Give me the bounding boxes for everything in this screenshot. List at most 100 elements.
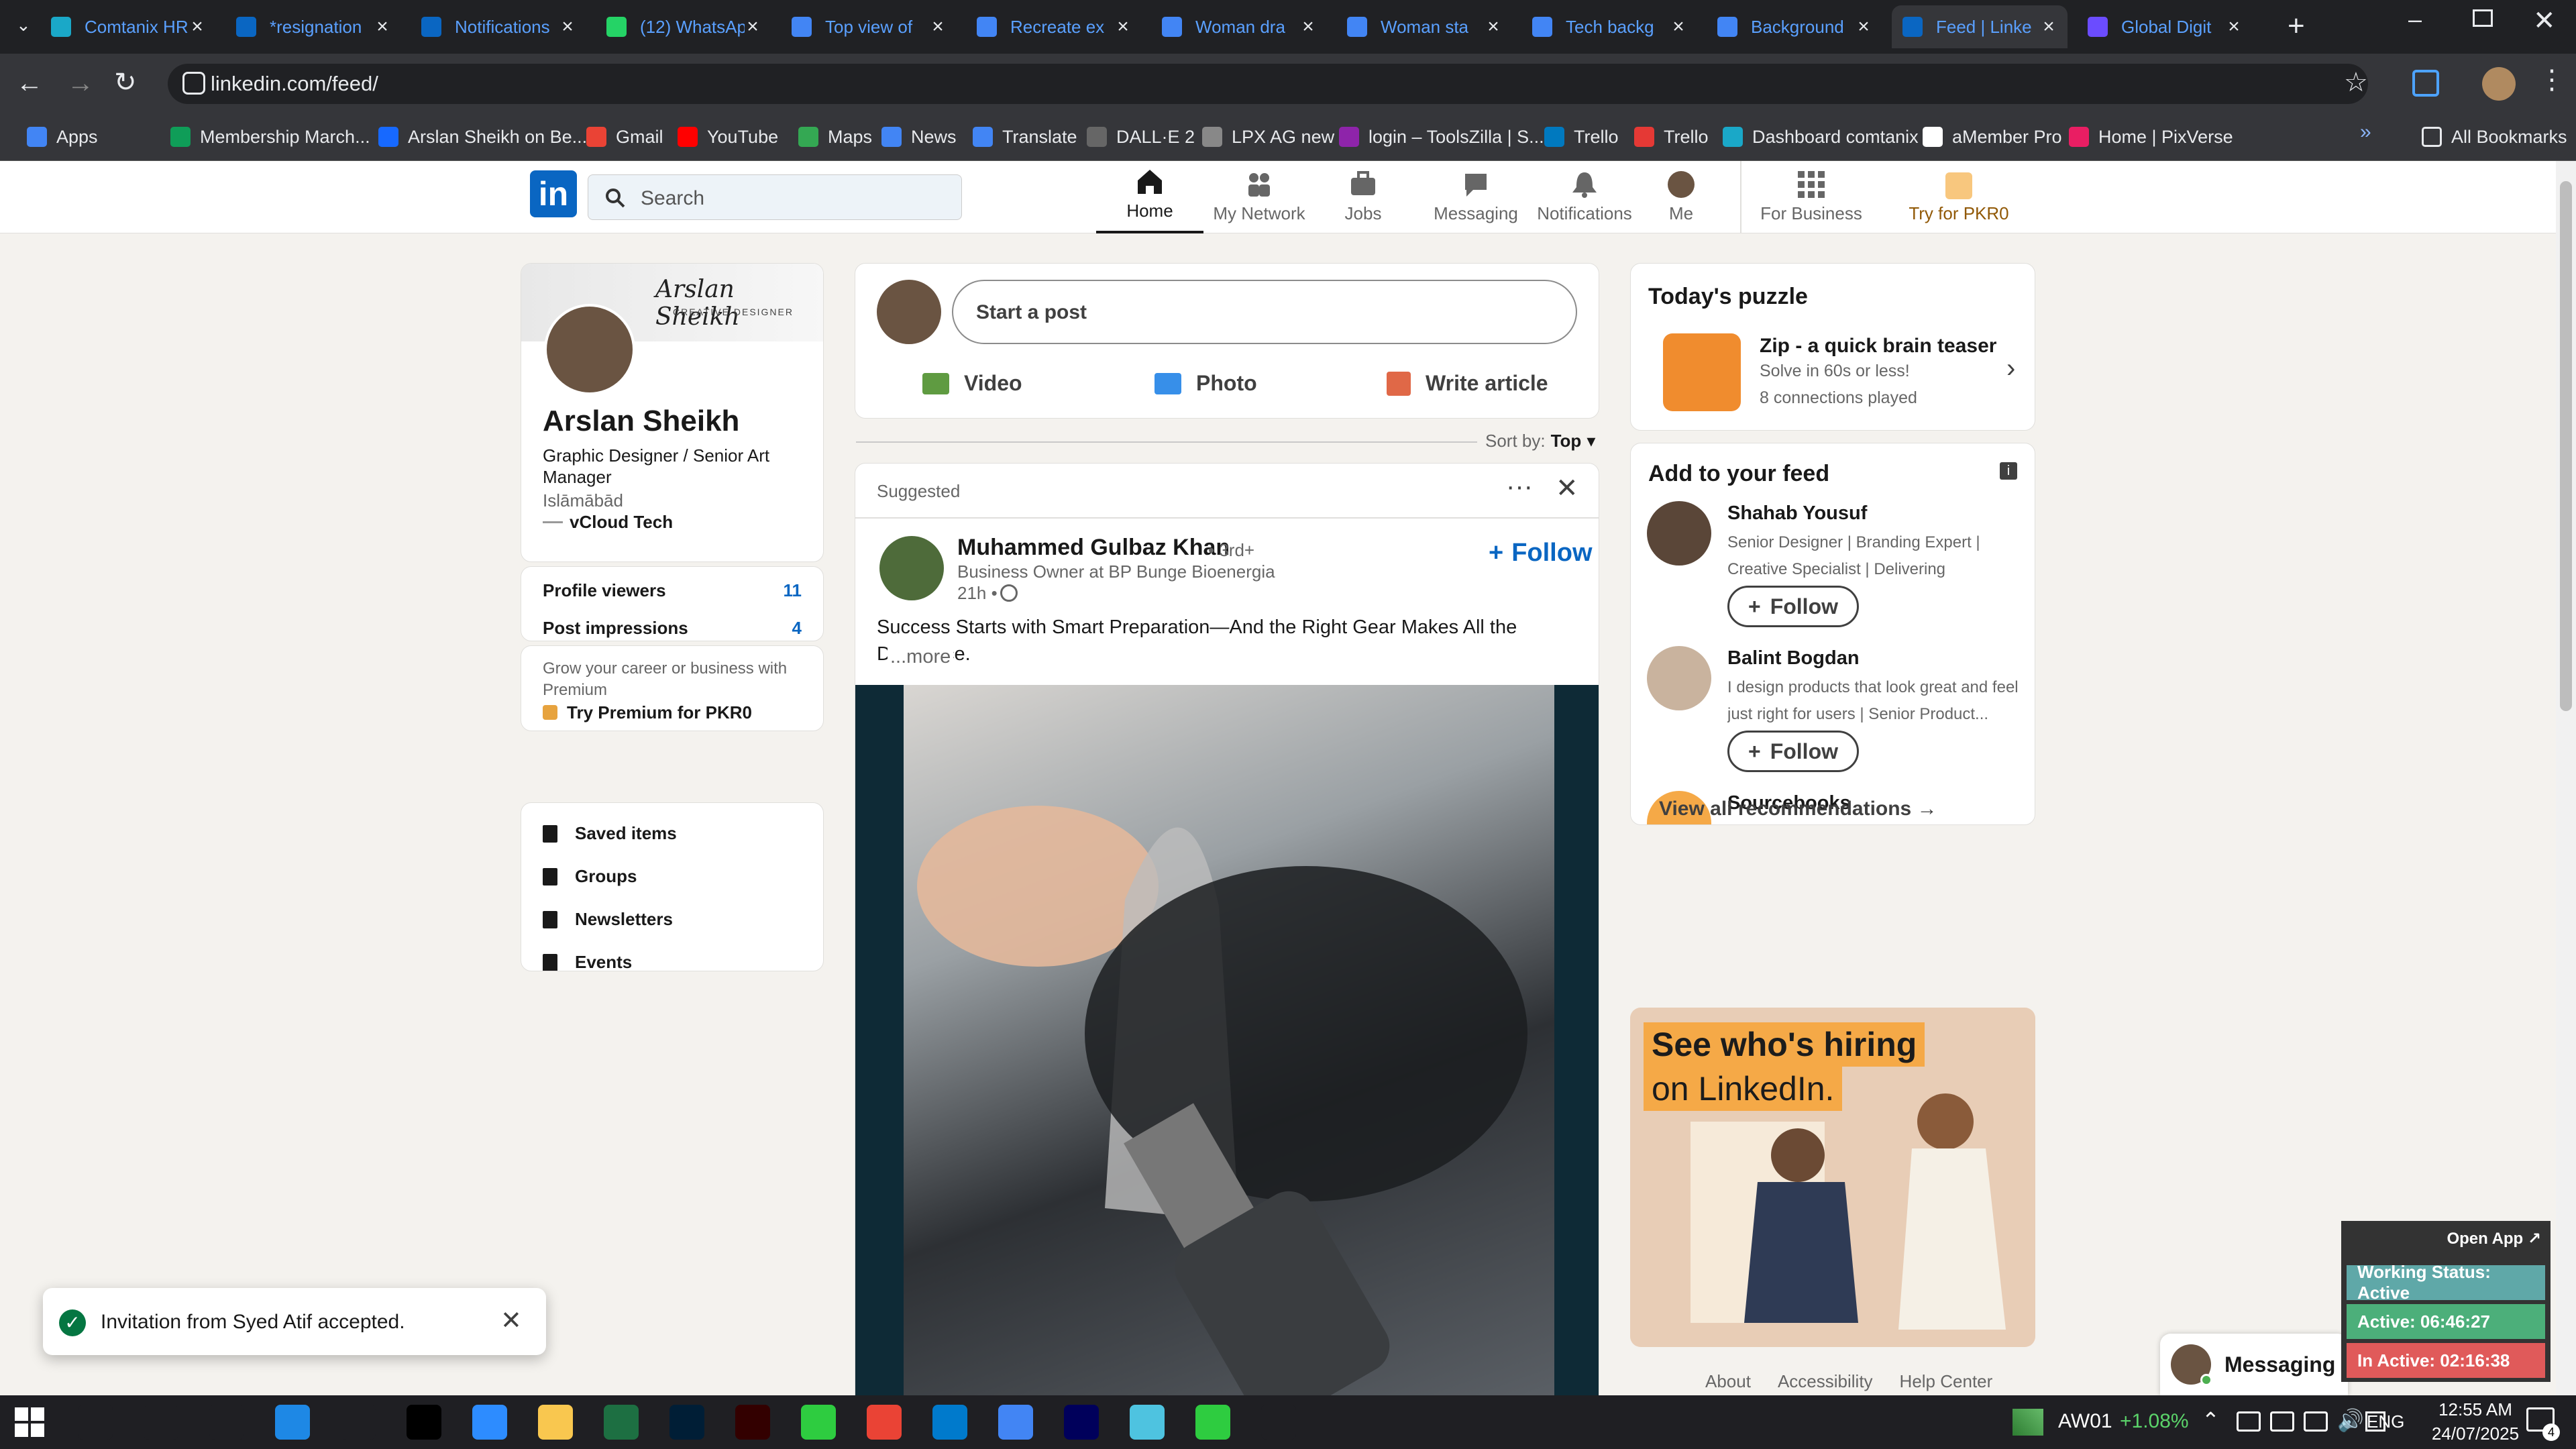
tab-close-icon[interactable]: × [189, 15, 205, 38]
tab-close-icon[interactable]: × [1300, 15, 1316, 38]
bookmark-item[interactable]: YouTube [678, 122, 778, 152]
tab-4[interactable]: (12) WhatsApp× [596, 5, 771, 48]
author-name[interactable]: Muhammed Gulbaz Khan [957, 535, 1230, 561]
footer-link[interactable]: Help Center [1900, 1371, 1993, 1392]
address-bar[interactable]: linkedin.com/feed/ [168, 64, 2368, 104]
bookmark-item[interactable]: Translate [973, 122, 1077, 152]
tab-1[interactable]: Comtanix HR × [40, 5, 216, 48]
tab-7[interactable]: Woman dra × [1151, 5, 1327, 48]
follow-button[interactable]: + Follow [1727, 586, 1859, 627]
tab-3[interactable]: Notifications × [411, 5, 586, 48]
camtasia-icon[interactable] [801, 1405, 836, 1440]
bookmark-item[interactable]: Trello [1634, 122, 1709, 152]
tab-close-icon[interactable]: × [1485, 15, 1501, 38]
bookmark-item[interactable]: Apps [27, 122, 98, 152]
profile-photo[interactable] [544, 304, 635, 395]
file-explorer-icon[interactable] [538, 1405, 573, 1440]
shortcut-newsletters[interactable]: Newsletters [543, 909, 673, 930]
task-view-icon[interactable] [209, 1405, 244, 1440]
tab-6[interactable]: Recreate ex × [966, 5, 1142, 48]
sort-control[interactable]: Sort by: Top ▾ [1485, 431, 1595, 451]
edge-icon[interactable] [275, 1405, 310, 1440]
tab-close-icon[interactable]: × [930, 15, 946, 38]
nav-jobs[interactable]: Jobs [1309, 161, 1417, 233]
try-premium-nav[interactable]: Try for PKR0 [1905, 161, 2012, 233]
bookmark-item[interactable]: News [881, 122, 957, 152]
clock-time[interactable]: 12:55 AM [2428, 1399, 2522, 1420]
toast-close-icon[interactable]: ✕ [500, 1305, 522, 1336]
view-all-recommendations[interactable]: View all recommendations → [1659, 798, 1937, 820]
minimize-button[interactable]: – [2408, 5, 2422, 34]
clock-date[interactable]: 24/07/2025 [2419, 1424, 2532, 1444]
settings-icon[interactable] [1261, 1405, 1296, 1440]
all-bookmarks[interactable]: All Bookmarks [2422, 122, 2567, 152]
shortcut-groups[interactable]: Groups [543, 866, 637, 887]
extensions-icon[interactable] [2412, 70, 2439, 97]
tab-close-icon[interactable]: × [1115, 15, 1131, 38]
nav-home[interactable]: Home [1096, 161, 1203, 233]
nav-notifications[interactable]: Notifications [1524, 161, 1645, 233]
bookmark-star-icon[interactable]: ☆ [2344, 67, 2368, 98]
tab-10[interactable]: Background × [1707, 5, 1882, 48]
close-window-button[interactable]: ✕ [2533, 5, 2556, 36]
footer-link[interactable]: Accessibility [1778, 1371, 1873, 1392]
write-article-button[interactable]: Write article [1387, 371, 1548, 396]
bookmark-item[interactable]: DALL·E 2 [1087, 122, 1195, 152]
premium-card[interactable]: Grow your career or business with Premiu… [521, 645, 824, 731]
photoshop-icon[interactable] [669, 1405, 704, 1440]
follow-author-button[interactable]: + Follow [1489, 539, 1593, 568]
tab-close-icon[interactable]: × [559, 15, 576, 38]
shortcut-saved-items[interactable]: Saved items [543, 823, 677, 844]
cortana-icon[interactable] [144, 1405, 178, 1440]
tab-close-icon[interactable]: × [1670, 15, 1686, 38]
forward-button[interactable]: → [67, 68, 94, 99]
author-avatar[interactable] [879, 536, 944, 600]
dismiss-post-icon[interactable]: ✕ [1556, 473, 1578, 504]
footer-link[interactable]: About [1705, 1371, 1751, 1392]
zip-puzzle-icon[interactable] [1663, 333, 1741, 411]
volume-icon[interactable]: 🔊 [2337, 1407, 2364, 1433]
post-impressions-label[interactable]: Post impressions [543, 618, 688, 639]
excel-icon[interactable] [604, 1405, 639, 1440]
page-scrollbar[interactable] [2556, 161, 2576, 1395]
tab-close-icon[interactable]: × [2226, 15, 2242, 38]
app-icon[interactable] [1130, 1405, 1165, 1440]
see-more-link[interactable]: ...more [888, 646, 954, 668]
premiere-icon[interactable] [1064, 1405, 1099, 1440]
suggestion-name[interactable]: Shahab Yousuf [1727, 502, 1867, 525]
composer-avatar[interactable] [877, 280, 941, 344]
tab-5[interactable]: Top view of × [781, 5, 957, 48]
chevron-right-icon[interactable]: › [2006, 354, 2015, 384]
browser-menu-icon[interactable]: ⋮ [2538, 64, 2565, 95]
shortcut-events[interactable]: Events [543, 952, 632, 971]
for-business-button[interactable]: For Business [1751, 161, 1872, 233]
suggestion-name[interactable]: Balint Bogdan [1727, 647, 1860, 669]
bookmarks-overflow-icon[interactable]: » [2360, 121, 2371, 144]
bookmark-item[interactable]: Home | PixVerse [2069, 122, 2233, 152]
suggestion-avatar[interactable] [1647, 501, 1711, 566]
photo-button[interactable]: Photo [1155, 371, 1257, 396]
puzzle-title[interactable]: Zip - a quick brain teaser [1760, 335, 1996, 358]
tab-close-icon[interactable]: × [1856, 15, 1872, 38]
chrome-active-icon[interactable] [998, 1405, 1033, 1440]
bookmark-item[interactable]: Dashboard comtanix [1723, 122, 1919, 152]
messaging-bar[interactable]: Messaging [2160, 1334, 2348, 1395]
bookmark-item[interactable]: aMember Pro [1923, 122, 2062, 152]
post-video[interactable] [855, 685, 1599, 1395]
premium-link[interactable]: Try Premium for PKR0 [567, 702, 752, 723]
restore-button[interactable] [2473, 9, 2493, 27]
linkedin-logo[interactable]: in [530, 170, 577, 217]
hiring-ad[interactable]: See who's hiring on LinkedIn. [1630, 1008, 2035, 1347]
bookmark-item[interactable]: Maps [798, 122, 872, 152]
illustrator-icon[interactable] [735, 1405, 770, 1440]
display-icon[interactable] [2270, 1411, 2294, 1432]
pen-icon[interactable] [341, 1405, 376, 1440]
profile-avatar[interactable] [2482, 67, 2516, 101]
tab-search-button[interactable]: ⌄ [16, 15, 31, 36]
bookmark-item[interactable]: Membership March... [170, 122, 370, 152]
post-more-icon[interactable]: ··· [1506, 472, 1533, 502]
bookmark-item[interactable]: Arslan Sheikh on Be... [378, 122, 587, 152]
vscode-icon[interactable] [932, 1405, 967, 1440]
tab-12[interactable]: Global Digit × [2077, 5, 2253, 48]
bookmark-item[interactable]: Gmail [586, 122, 663, 152]
